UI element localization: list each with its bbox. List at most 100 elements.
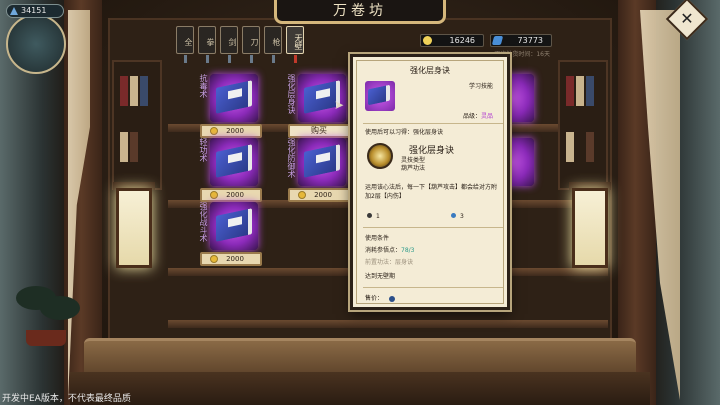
tab-tassel: [206, 55, 209, 63]
cost-value: 3: [460, 213, 464, 220]
item-detail-panel: 强化层身诀 学习技能 品级：灵品 使用后可以习得：强化层身诀 强化层身诀 灵技类…: [350, 54, 510, 310]
bonsai-decoration: [6, 282, 86, 352]
shelf-plank: [168, 320, 608, 328]
detail-book-icon: [365, 81, 395, 111]
condition-label: 前置功法：: [365, 259, 396, 266]
cost-stat: 3: [451, 213, 464, 220]
tab-wubi[interactable]: 无壁: [286, 26, 304, 63]
left-lantern: [116, 188, 152, 268]
skill-description: 运用该心法后，每一下【葫芦攻击】都会给对方附加2层【内伤】: [365, 184, 498, 200]
book-graphic: [216, 80, 252, 114]
detail-grade: 品级：灵品: [463, 111, 493, 120]
skill-book-icon: [210, 74, 258, 122]
gem-icon: [389, 295, 396, 302]
book-spine: [140, 76, 148, 106]
detail-kind: 学习技能: [468, 83, 493, 90]
item-name-label: 强化层身诀: [287, 74, 296, 114]
conditions-title: 使用条件: [365, 235, 390, 242]
coin-icon: [423, 36, 432, 45]
book-spine: [586, 76, 594, 106]
skill-book-icon: [210, 138, 258, 186]
condition-label: 消耗参悟点：: [365, 247, 402, 254]
item-name-label: 强化防御术: [287, 138, 296, 178]
build-notice: 开发中EA版本，不代表最终品质: [2, 394, 131, 404]
cooldown-icon: [367, 213, 372, 218]
shop-item[interactable]: 轻功术 2000: [196, 136, 270, 206]
shop-item[interactable]: 抗毒术 2000: [196, 72, 270, 142]
condition-row: 消耗参悟点：78/3: [365, 245, 415, 254]
item-name-label: 强化战斗术: [199, 202, 208, 242]
coin-counter: 16246: [420, 34, 484, 47]
item-price: 2000: [226, 255, 244, 263]
book-graphic: [216, 144, 252, 178]
book-spine: [586, 132, 594, 162]
book-spine: [120, 132, 128, 162]
book-graphic: [368, 84, 390, 106]
right-side-shelf: [558, 60, 608, 190]
tab-tassel: [184, 55, 187, 63]
skill-type: 灵技类型 葫芦功法: [401, 157, 425, 173]
item-price-tag: 2000: [288, 188, 350, 202]
tab-fist-label: 拳: [206, 38, 215, 46]
player-id-badge: 34151: [6, 4, 64, 18]
left-side-shelf: [112, 60, 162, 190]
grade-label: 品级：: [462, 113, 481, 120]
tab-all[interactable]: 全: [176, 26, 194, 63]
sell-price-label: 售价：: [365, 295, 384, 302]
tab-spear[interactable]: 枪: [264, 26, 282, 63]
gem-counter: 73773: [490, 34, 552, 47]
tab-blade-label: 刀: [250, 38, 259, 46]
coin-icon: [210, 127, 218, 135]
coin-icon: [298, 191, 306, 199]
close-icon: ✕: [680, 9, 694, 28]
cooldown-value: 1: [376, 213, 380, 220]
divider: [363, 123, 503, 124]
tab-tassel: [228, 55, 231, 63]
item-price: 2000: [226, 127, 244, 135]
tab-spear-label: 枪: [272, 38, 281, 46]
condition-row: 前置功法：层身诀: [365, 257, 413, 266]
skill-book-icon: [298, 138, 346, 186]
tab-tassel: [294, 55, 297, 63]
shop-item[interactable]: 强化战斗术 2000: [196, 200, 270, 270]
skill-emblem-icon: [367, 143, 393, 169]
book-spine: [130, 76, 138, 106]
tab-all-label: 全: [184, 38, 193, 46]
book-spine: [566, 76, 574, 106]
signal-icon: [10, 7, 18, 15]
player-portrait-avatar[interactable]: [6, 14, 66, 74]
bonsai-leaf: [40, 296, 80, 320]
detail-title: 强化层身诀: [410, 66, 450, 75]
coin-icon: [210, 191, 218, 199]
shop-counter-base: [70, 372, 650, 405]
item-name-label: 轻功术: [199, 138, 208, 162]
divider: [363, 227, 503, 228]
grade-value: 灵品: [480, 113, 493, 120]
gem-amount: 73773: [517, 36, 543, 45]
divider: [363, 287, 503, 288]
shop-item[interactable]: 强化防御术 2000: [284, 136, 358, 206]
book-graphic: [304, 144, 340, 178]
condition-value: 78/3: [401, 247, 415, 254]
shop-title: 万卷坊: [274, 0, 446, 24]
tab-sword-label: 剑: [228, 38, 237, 46]
item-price: 2000: [314, 191, 332, 199]
item-name-label: 抗毒术: [199, 74, 208, 98]
tab-tassel: [272, 55, 275, 63]
skill-type-line: 葫芦功法: [401, 165, 426, 172]
coin-icon: [210, 255, 218, 263]
skill-type-line: 灵技类型: [401, 157, 426, 164]
game-scene: 34151 ✕ 万卷坊 全 拳 剑 刀 枪 无壁 16246 73773 下次补…: [0, 0, 720, 405]
player-id-text: 34151: [21, 6, 47, 15]
book-spine: [130, 132, 138, 162]
book-spine: [576, 76, 584, 106]
right-lantern: [572, 188, 608, 268]
skill-book-icon: [210, 202, 258, 250]
coin-amount: 16246: [449, 36, 475, 45]
condition-row: 达到无壁期: [365, 273, 396, 280]
tab-fist[interactable]: 拳: [198, 26, 216, 63]
category-tabs: 全 拳 剑 刀 枪 无壁: [176, 26, 304, 66]
cooldown-stat: 1: [367, 213, 380, 220]
tab-sword[interactable]: 剑: [220, 26, 238, 63]
tab-blade[interactable]: 刀: [242, 26, 260, 63]
